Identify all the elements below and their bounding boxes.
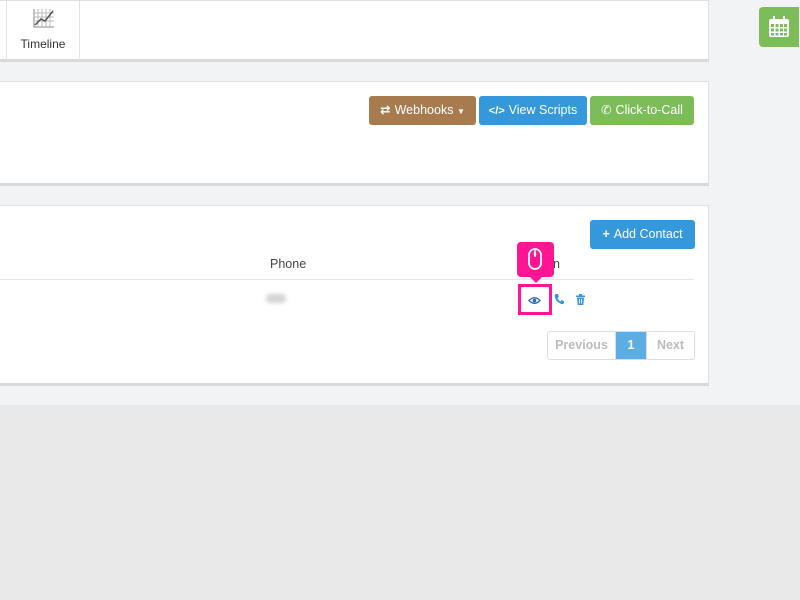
view-scripts-button[interactable]: </> View Scripts bbox=[479, 96, 587, 125]
mouse-icon bbox=[528, 248, 542, 270]
caret-down-icon: ▼ bbox=[456, 107, 465, 116]
pagination-previous[interactable]: Previous bbox=[548, 332, 616, 359]
webhooks-label: Webhooks bbox=[394, 103, 454, 117]
webhooks-dropdown-button[interactable]: ⇄ Webhooks ▼ bbox=[369, 96, 476, 125]
pagination-next[interactable]: Next bbox=[646, 332, 694, 359]
top-tabs-panel: Timeline bbox=[0, 0, 709, 62]
mouse-click-badge bbox=[517, 242, 554, 283]
plus-icon: + bbox=[602, 227, 610, 241]
pagination: Previous 1 Next bbox=[547, 331, 695, 360]
phone-icon[interactable] bbox=[554, 292, 564, 310]
click-target-highlight bbox=[518, 284, 552, 315]
exchange-icon: ⇄ bbox=[380, 103, 391, 117]
add-contact-label: Add Contact bbox=[613, 227, 683, 241]
phone-icon: ✆ bbox=[601, 103, 612, 117]
table-header-divider bbox=[0, 279, 694, 280]
click-to-call-button[interactable]: ✆ Click-to-Call bbox=[590, 96, 694, 125]
click-to-call-label: Click-to-Call bbox=[615, 103, 683, 117]
code-icon: </> bbox=[488, 105, 505, 117]
column-header-phone[interactable]: Phone bbox=[270, 257, 306, 271]
trash-icon[interactable] bbox=[576, 292, 585, 310]
calendar-button[interactable] bbox=[759, 7, 799, 47]
tab-timeline-label: Timeline bbox=[20, 37, 66, 51]
tab-timeline[interactable]: Timeline bbox=[6, 1, 80, 60]
column-header-action: n bbox=[553, 257, 560, 271]
view-scripts-label: View Scripts bbox=[508, 103, 578, 117]
pagination-page-1[interactable]: 1 bbox=[616, 332, 646, 359]
add-contact-button[interactable]: + Add Contact bbox=[590, 220, 695, 249]
calendar-icon bbox=[769, 16, 789, 37]
blurred-phone-value bbox=[266, 294, 286, 303]
timeline-chart-icon bbox=[32, 7, 56, 29]
